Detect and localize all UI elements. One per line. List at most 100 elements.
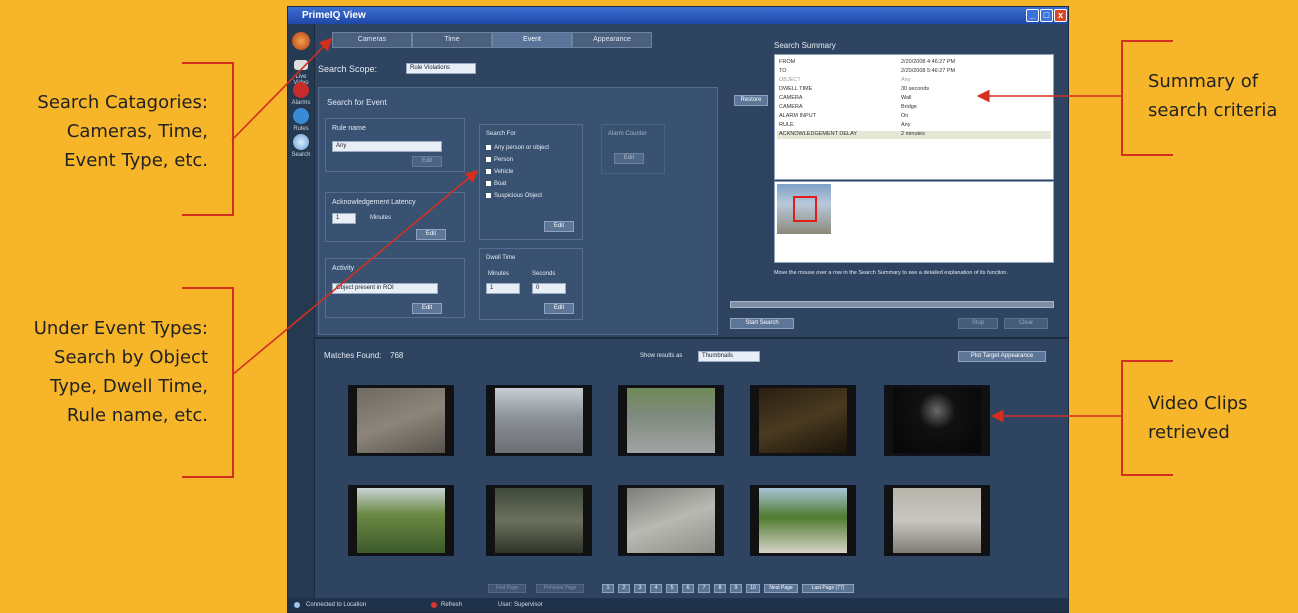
annotation-line: retrieved	[1148, 422, 1230, 443]
dwell-edit-button[interactable]: Edit	[544, 303, 574, 314]
page-button-7[interactable]: 7	[698, 584, 710, 593]
video-clip-thumbnail[interactable]	[486, 385, 592, 456]
plot-target-appearance-button[interactable]: Plot Target Appearance	[958, 351, 1046, 362]
video-clip-thumbnail[interactable]	[750, 385, 856, 456]
checkbox-box	[486, 145, 491, 150]
summary-key: TO	[779, 68, 787, 74]
summary-row[interactable]: CAMERA Wall	[777, 95, 1051, 103]
restore-button[interactable]: Restore	[734, 95, 768, 106]
search-icon	[293, 134, 309, 150]
summary-hint: Move the mouse over a row in the Search …	[774, 270, 1008, 276]
summary-row[interactable]: RULE Any	[777, 122, 1051, 130]
checkbox-boat[interactable]: Boat	[486, 181, 506, 187]
start-search-button[interactable]: Start Search	[730, 318, 794, 329]
summary-value: 2 minutes	[901, 131, 925, 137]
checkbox-label: Boat	[494, 181, 507, 188]
ack-latency-label: Acknowledgement Latency	[332, 199, 416, 206]
summary-value: Any	[901, 77, 911, 83]
page-button-10[interactable]: 10	[746, 584, 760, 593]
ack-latency-group: Acknowledgement Latency 1 Minutes Edit	[325, 192, 465, 242]
sidebar-item-label: Alarms	[291, 100, 311, 106]
video-clip-thumbnail[interactable]	[618, 385, 724, 456]
summary-key: ACKNOWLEDGEMENT DELAY	[779, 131, 858, 137]
summary-value: Any	[901, 122, 911, 128]
minimize-button[interactable]: _	[1026, 9, 1039, 22]
summary-row[interactable]: CAMERA Bridge	[777, 104, 1051, 112]
tab-appearance[interactable]: Appearance	[572, 32, 652, 48]
window-title: PrimeIQ View	[302, 10, 366, 21]
summary-row[interactable]: FROM 2/20/2008 4:46:27 PM	[777, 59, 1051, 67]
previous-page-button[interactable]: Previous Page	[536, 584, 584, 593]
clip-frame	[495, 388, 583, 453]
alarm-counter-edit-button[interactable]: Edit	[614, 153, 644, 164]
event-panel-title: Search for Event	[327, 98, 387, 107]
last-page-button[interactable]: Last Page (77)	[802, 584, 854, 593]
checkbox-suspicious-object[interactable]: Suspicious Object	[486, 193, 542, 199]
page-button-9[interactable]: 9	[730, 584, 742, 593]
summary-row[interactable]: TO 2/20/2008 5:46:27 PM	[777, 68, 1051, 76]
clip-frame	[357, 388, 445, 453]
tab-time[interactable]: Time	[412, 32, 492, 48]
video-clip-thumbnail[interactable]	[486, 485, 592, 556]
show-results-select[interactable]: Thumbnails	[698, 351, 760, 362]
checkbox-box	[486, 193, 491, 198]
rule-name-select[interactable]: Any	[332, 141, 442, 152]
clip-frame	[495, 488, 583, 553]
ack-unit-label: Minutes	[370, 215, 392, 221]
stop-button[interactable]: Stop	[958, 318, 998, 329]
annotation-clips: Video Clips retrieved	[1148, 389, 1248, 447]
video-clip-thumbnail[interactable]	[618, 485, 724, 556]
page-button-3[interactable]: 3	[634, 584, 646, 593]
video-clip-thumbnail[interactable]	[750, 485, 856, 556]
video-clip-thumbnail[interactable]	[884, 385, 990, 456]
page-button-2[interactable]: 2	[618, 584, 630, 593]
page-button-5[interactable]: 5	[666, 584, 678, 593]
search-scope-label: Search Scope:	[318, 64, 378, 74]
activity-select[interactable]: Object present in ROI	[332, 283, 438, 294]
matches-count: 768	[390, 351, 404, 360]
tab-event[interactable]: Event	[492, 32, 572, 48]
next-page-button[interactable]: Next Page	[764, 584, 798, 593]
refresh-button[interactable]: Refresh	[441, 598, 462, 612]
results-divider	[314, 337, 1068, 339]
dwell-minutes-input[interactable]: 1	[486, 283, 520, 294]
tab-cameras[interactable]: Cameras	[332, 32, 412, 48]
maximize-button[interactable]: □	[1040, 9, 1053, 22]
summary-title: Search Summary	[774, 41, 836, 50]
page-button-6[interactable]: 6	[682, 584, 694, 593]
checkbox-vehicle[interactable]: Vehicle	[486, 169, 513, 175]
alarm-counter-label: Alarm Counter	[608, 131, 647, 137]
dwell-seconds-input[interactable]: 0	[532, 283, 566, 294]
video-clip-thumbnail[interactable]	[884, 485, 990, 556]
matches-found-label: Matches Found:	[324, 351, 382, 360]
clear-button[interactable]: Clear	[1004, 318, 1048, 329]
summary-row[interactable]: ALARM INPUT On	[777, 113, 1051, 121]
search-for-edit-button[interactable]: Edit	[544, 221, 574, 232]
dwell-minutes-label: Minutes	[488, 271, 510, 277]
clip-frame	[627, 488, 715, 553]
page-button-8[interactable]: 8	[714, 584, 726, 593]
close-button[interactable]: x	[1054, 9, 1067, 22]
activity-edit-button[interactable]: Edit	[412, 303, 442, 314]
summary-row[interactable]: OBJECT Any	[777, 77, 1051, 85]
video-clip-thumbnail[interactable]	[348, 385, 454, 456]
checkbox-any-person-object[interactable]: Any person or object	[486, 145, 549, 151]
ack-edit-button[interactable]: Edit	[416, 229, 446, 240]
page-button-4[interactable]: 4	[650, 584, 662, 593]
annotation-line: Summary of	[1148, 71, 1259, 92]
video-clip-thumbnail[interactable]	[348, 485, 454, 556]
ack-latency-input[interactable]: 1	[332, 213, 356, 224]
first-page-button[interactable]: First Page	[488, 584, 526, 593]
activity-group: Activity Object present in ROI Edit	[325, 258, 465, 318]
rule-edit-button[interactable]: Edit	[412, 156, 442, 167]
search-scope-select[interactable]: Rule Violations	[406, 63, 476, 74]
page-button-1[interactable]: 1	[602, 584, 614, 593]
checkbox-box	[486, 169, 491, 174]
preview-thumbnail[interactable]	[777, 184, 831, 234]
bracket-categories	[182, 62, 234, 216]
summary-row[interactable]: ACKNOWLEDGEMENT DELAY 2 minutes	[777, 131, 1051, 139]
summary-value: 2/20/2008 5:46:27 PM	[901, 68, 956, 74]
checkbox-person[interactable]: Person	[486, 157, 513, 163]
summary-row[interactable]: DWELL TIME 30 seconds	[777, 86, 1051, 94]
left-sidebar: Live Video Alarms Rules Search	[288, 24, 315, 598]
